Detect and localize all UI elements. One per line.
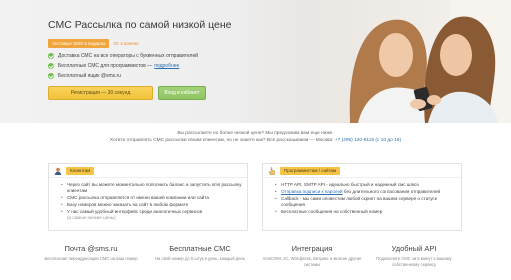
promo-line-1: Вы рассылаете по более низкой цене? Мы п…	[177, 131, 334, 136]
feature-item: Бесплатные СМС для программистов — подро…	[48, 61, 198, 71]
feature-integration[interactable]: Интеграция AmoCRM, 1С, Wordpress, Битрик…	[262, 244, 362, 267]
clients-list: Через сайт вы можете моментально пополни…	[49, 178, 247, 221]
feature-title: Бесплатные СМС	[169, 244, 231, 253]
clients-tag: Клиентам	[66, 166, 95, 175]
feature-list: Доставка СМС на все операторы с буквенны…	[48, 51, 198, 81]
developers-tag: Программистам / сайтам	[280, 166, 341, 175]
clients-card: Клиентам Через сайт вы можете моментальн…	[48, 163, 248, 231]
list-item-text: У нас самый удобный интерфейс среди анал…	[67, 209, 203, 214]
feature-title: Интеграция	[291, 244, 333, 253]
feature-item: Бесплатный ящик @sms.ru	[48, 71, 198, 81]
list-item: HTTP API, SMTP API - идеально быстрый и …	[275, 182, 461, 188]
price-badge-row: тестовые SMS в подарок От 4 копеек	[48, 39, 138, 48]
promo-text: Вы рассылаете по более низкой цене? Мы п…	[0, 123, 511, 157]
page-title: СМС Рассылка по самой низкой цене	[48, 19, 232, 31]
developers-card: Программистам / сайтам HTTP API, SMTP AP…	[262, 163, 462, 231]
feature-text: Бесплатный ящик @sms.ru	[58, 73, 121, 79]
promo-line-2-text: Хотите отправлять СМС рассылки своим кли…	[109, 138, 334, 143]
list-item: Бесплатные сообщения на собственный номе…	[275, 209, 461, 215]
list-item: У нас самый удобный интерфейс среди анал…	[61, 209, 247, 221]
details-link[interactable]: подробнее	[154, 63, 179, 69]
feature-free-sms[interactable]: Бесплатные СМС На свой номер до 5 штук в…	[150, 244, 250, 262]
hand-pointer-icon	[268, 166, 275, 175]
developers-list: HTTP API, SMTP API - идеально быстрый и …	[263, 178, 461, 215]
list-item: СМС рассылка отправляется от имени вашей…	[61, 195, 247, 201]
feature-item: Доставка СМС на все операторы с буквенны…	[48, 51, 198, 61]
hero-section: СМС Рассылка по самой низкой цене тестов…	[0, 0, 511, 123]
gift-badge: тестовые SMS в подарок	[48, 39, 110, 48]
user-icon	[54, 167, 62, 175]
check-circle-icon	[48, 73, 54, 79]
register-button[interactable]: Регистрация — 30 секунд	[48, 86, 153, 100]
feature-text: Доставка СМС на все операторы с буквенны…	[58, 53, 199, 59]
feature-desc: Подключите СМС за 5 минут к вашему собст…	[376, 256, 452, 267]
feature-api[interactable]: Удобный API Подключите СМС за 5 минут к …	[364, 244, 464, 267]
phone-link[interactable]: +7 (495) 120-8115 (с 10 до 18)	[335, 138, 401, 143]
clients-card-header: Клиентам	[49, 164, 247, 178]
feature-desc: Бесплатная переадресация СМС на ваш номе…	[44, 256, 138, 261]
developers-card-header: Программистам / сайтам	[263, 164, 461, 178]
feature-text: Бесплатные СМС для программистов —	[58, 63, 153, 69]
price-note: От 4 копеек	[113, 41, 139, 46]
feature-mail[interactable]: Почта @sms.ru Бесплатная переадресация С…	[41, 244, 141, 262]
list-item-note: (и самые низкие цены)	[67, 215, 116, 220]
feature-title: Удобный API	[391, 244, 437, 253]
check-circle-icon	[48, 53, 54, 59]
list-item: Через сайт вы можете моментально пополни…	[61, 182, 247, 194]
password-sms-link[interactable]: Отправка подписи к паролей	[281, 189, 343, 194]
list-item: Callback - мы сами оповестим любой скрип…	[275, 196, 461, 208]
feature-desc: На свой номер до 5 штук в день, каждый д…	[154, 256, 246, 261]
promo-line-2: Хотите отправлять СМС рассылки своим кли…	[0, 137, 511, 144]
check-circle-icon	[48, 63, 54, 69]
list-item: Базу номеров можно заказать на сайт в лю…	[61, 202, 247, 208]
hero-photo	[330, 0, 511, 123]
login-button[interactable]: Вход в кабинет	[158, 86, 206, 100]
feature-title: Почта @sms.ru	[64, 244, 118, 253]
list-item-text: без длительного согласования отправителе…	[342, 189, 441, 194]
list-item: Отправка подписи к паролей без длительно…	[275, 189, 461, 195]
feature-desc: AmoCRM, 1С, Wordpress, Битрикс и многие …	[262, 256, 362, 267]
